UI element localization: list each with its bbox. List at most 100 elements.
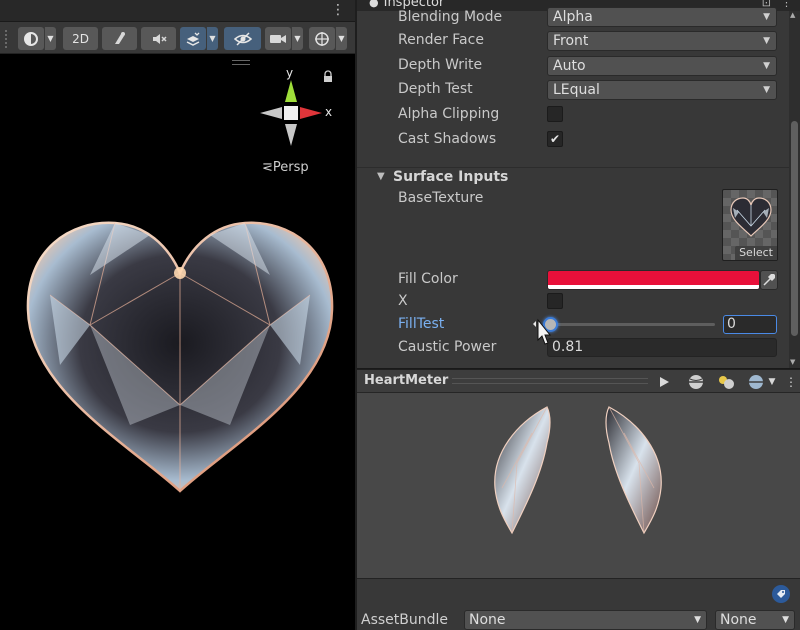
render-face-label: Render Face	[398, 32, 484, 48]
asset-footer: AssetBundle None ▼ None ▼	[357, 578, 800, 630]
chevron-down-icon: ▼	[763, 85, 770, 95]
audio-toggle[interactable]	[141, 27, 176, 50]
foldout-triangle-icon[interactable]: ▼	[377, 171, 385, 182]
gizmo-y-label: y	[286, 66, 293, 80]
camera-dropdown[interactable]: ▼	[291, 27, 303, 50]
checkmark-icon: ✔	[549, 132, 561, 146]
gizmo-neg-x-cone[interactable]	[260, 107, 282, 119]
effects-toggle[interactable]	[180, 27, 206, 50]
depth-write-dropdown[interactable]: Auto ▼	[547, 56, 777, 76]
scene-mode-icon	[24, 31, 38, 46]
lock-icon[interactable]	[324, 70, 332, 82]
render-face-dropdown[interactable]: Front ▼	[547, 31, 777, 51]
chevron-down-icon: ▼	[782, 615, 789, 625]
caustic-power-input[interactable]: 0.81	[547, 338, 777, 357]
camera-icon	[270, 34, 286, 43]
gizmo-center-cube[interactable]	[284, 106, 298, 120]
scene-toolbar: ▼ 2D ▼ ▼ ▼	[0, 22, 355, 54]
options-icon[interactable]: ⋮	[781, 0, 792, 9]
hidden-icon	[233, 31, 252, 46]
gizmo-x-label: x	[325, 105, 332, 119]
texture-thumbnail	[730, 197, 772, 237]
chevron-down-icon: ▼	[763, 12, 770, 22]
base-texture-label: BaseTexture	[398, 190, 484, 206]
preview-background-dropdown[interactable]: ▼	[766, 372, 778, 391]
orientation-gizmo[interactable]: y x	[250, 66, 340, 156]
preview-drag-grip[interactable]	[452, 378, 648, 384]
light-icon	[719, 375, 734, 389]
depth-write-label: Depth Write	[398, 57, 483, 73]
preview-viewport[interactable]	[357, 393, 800, 578]
toolbar-grip[interactable]	[5, 30, 10, 48]
toggle-2d-button[interactable]: 2D	[63, 27, 98, 50]
lighting-icon	[114, 31, 125, 44]
asset-bundle-variant-dropdown[interactable]: None ▼	[715, 610, 795, 630]
cast-shadows-label: Cast Shadows	[398, 131, 497, 147]
gizmo-icon	[315, 31, 329, 46]
play-preview-button[interactable]	[654, 372, 674, 391]
tag-icon[interactable]	[772, 585, 790, 603]
caustic-power-label: Caustic Power	[398, 339, 497, 355]
blending-mode-label: Blending Mode	[398, 9, 503, 25]
alpha-clipping-checkbox[interactable]	[547, 106, 563, 122]
color-alpha-bar	[548, 285, 759, 289]
gizmo-neg-y-cone[interactable]	[285, 124, 297, 146]
sphere-icon	[749, 374, 763, 389]
x-label: X	[398, 293, 408, 309]
cast-shadows-checkbox[interactable]: ✔	[547, 131, 563, 147]
heart-meter-preview	[494, 406, 662, 535]
preview-light-button[interactable]	[715, 372, 737, 391]
lighting-toggle[interactable]	[102, 27, 137, 50]
asset-bundle-name-dropdown[interactable]: None ▼	[464, 610, 707, 630]
base-texture-slot[interactable]: Select	[722, 189, 778, 261]
scene-drag-handle[interactable]	[232, 60, 250, 65]
chevron-down-icon: ▼	[763, 36, 770, 46]
fill-color-field[interactable]	[547, 270, 760, 290]
mouse-cursor-icon	[533, 318, 552, 345]
info-icon: ●	[369, 0, 379, 9]
preview-background-button[interactable]	[745, 372, 767, 391]
fill-test-slider-track[interactable]	[551, 323, 715, 326]
blending-mode-dropdown[interactable]: Alpha ▼	[547, 7, 777, 27]
fill-color-label: Fill Color	[398, 271, 458, 287]
shading-mode-button[interactable]	[18, 27, 44, 50]
effects-dropdown[interactable]: ▼	[206, 27, 218, 50]
scene-view[interactable]: ⋮ ▼ 2D ▼ ▼ ▼ y x ⋜Persp	[0, 0, 355, 630]
inspector-scrollbar[interactable]: ▲ ▼	[789, 11, 800, 368]
alpha-clipping-label: Alpha Clipping	[398, 106, 500, 122]
gizmo-y-cone[interactable]	[285, 80, 297, 102]
scroll-up-icon[interactable]: ▲	[790, 11, 795, 19]
gizmos-button[interactable]	[309, 27, 335, 50]
more-options-icon[interactable]: ⋮	[331, 3, 345, 17]
audio-icon	[152, 33, 167, 44]
persp-arrow-icon: ⋜	[262, 160, 273, 175]
preview-header[interactable]: HeartMeter ▼ ⋮	[357, 369, 800, 393]
heart-gem-model	[26, 221, 334, 493]
hidden-objects-toggle[interactable]	[224, 27, 261, 50]
asset-bundle-label: AssetBundle	[361, 612, 449, 628]
preview-title: HeartMeter	[364, 373, 449, 388]
x-checkbox[interactable]	[547, 293, 563, 309]
sphere-icon	[689, 374, 703, 389]
shading-mode-dropdown[interactable]: ▼	[44, 27, 56, 50]
projection-label[interactable]: ⋜Persp	[262, 160, 309, 175]
scroll-down-icon[interactable]: ▼	[790, 358, 795, 366]
chevron-down-icon: ▼	[694, 615, 701, 625]
camera-settings-button[interactable]	[265, 27, 291, 50]
play-icon	[660, 376, 669, 387]
inspector-panel: ● Inspector ⊡ ⋮ Blending Mode Alpha ▼ Rend…	[357, 0, 800, 368]
scene-tab-bar: ⋮	[0, 0, 355, 22]
depth-test-dropdown[interactable]: LEqual ▼	[547, 80, 777, 100]
texture-select-button[interactable]: Select	[735, 246, 777, 260]
fill-test-label: FillTest	[398, 316, 445, 332]
preview-mesh-button[interactable]	[685, 372, 707, 391]
gizmo-x-cone[interactable]	[300, 107, 322, 119]
surface-inputs-header[interactable]: ▼ Surface Inputs	[357, 167, 789, 187]
options-icon[interactable]: ⋮	[784, 372, 798, 391]
eyedropper-button[interactable]	[760, 270, 778, 290]
chevron-down-icon: ▼	[763, 61, 770, 71]
fill-test-input[interactable]: 0	[723, 315, 777, 334]
gizmos-dropdown[interactable]: ▼	[335, 27, 347, 50]
depth-test-label: Depth Test	[398, 81, 473, 97]
scrollbar-thumb[interactable]	[791, 121, 798, 336]
